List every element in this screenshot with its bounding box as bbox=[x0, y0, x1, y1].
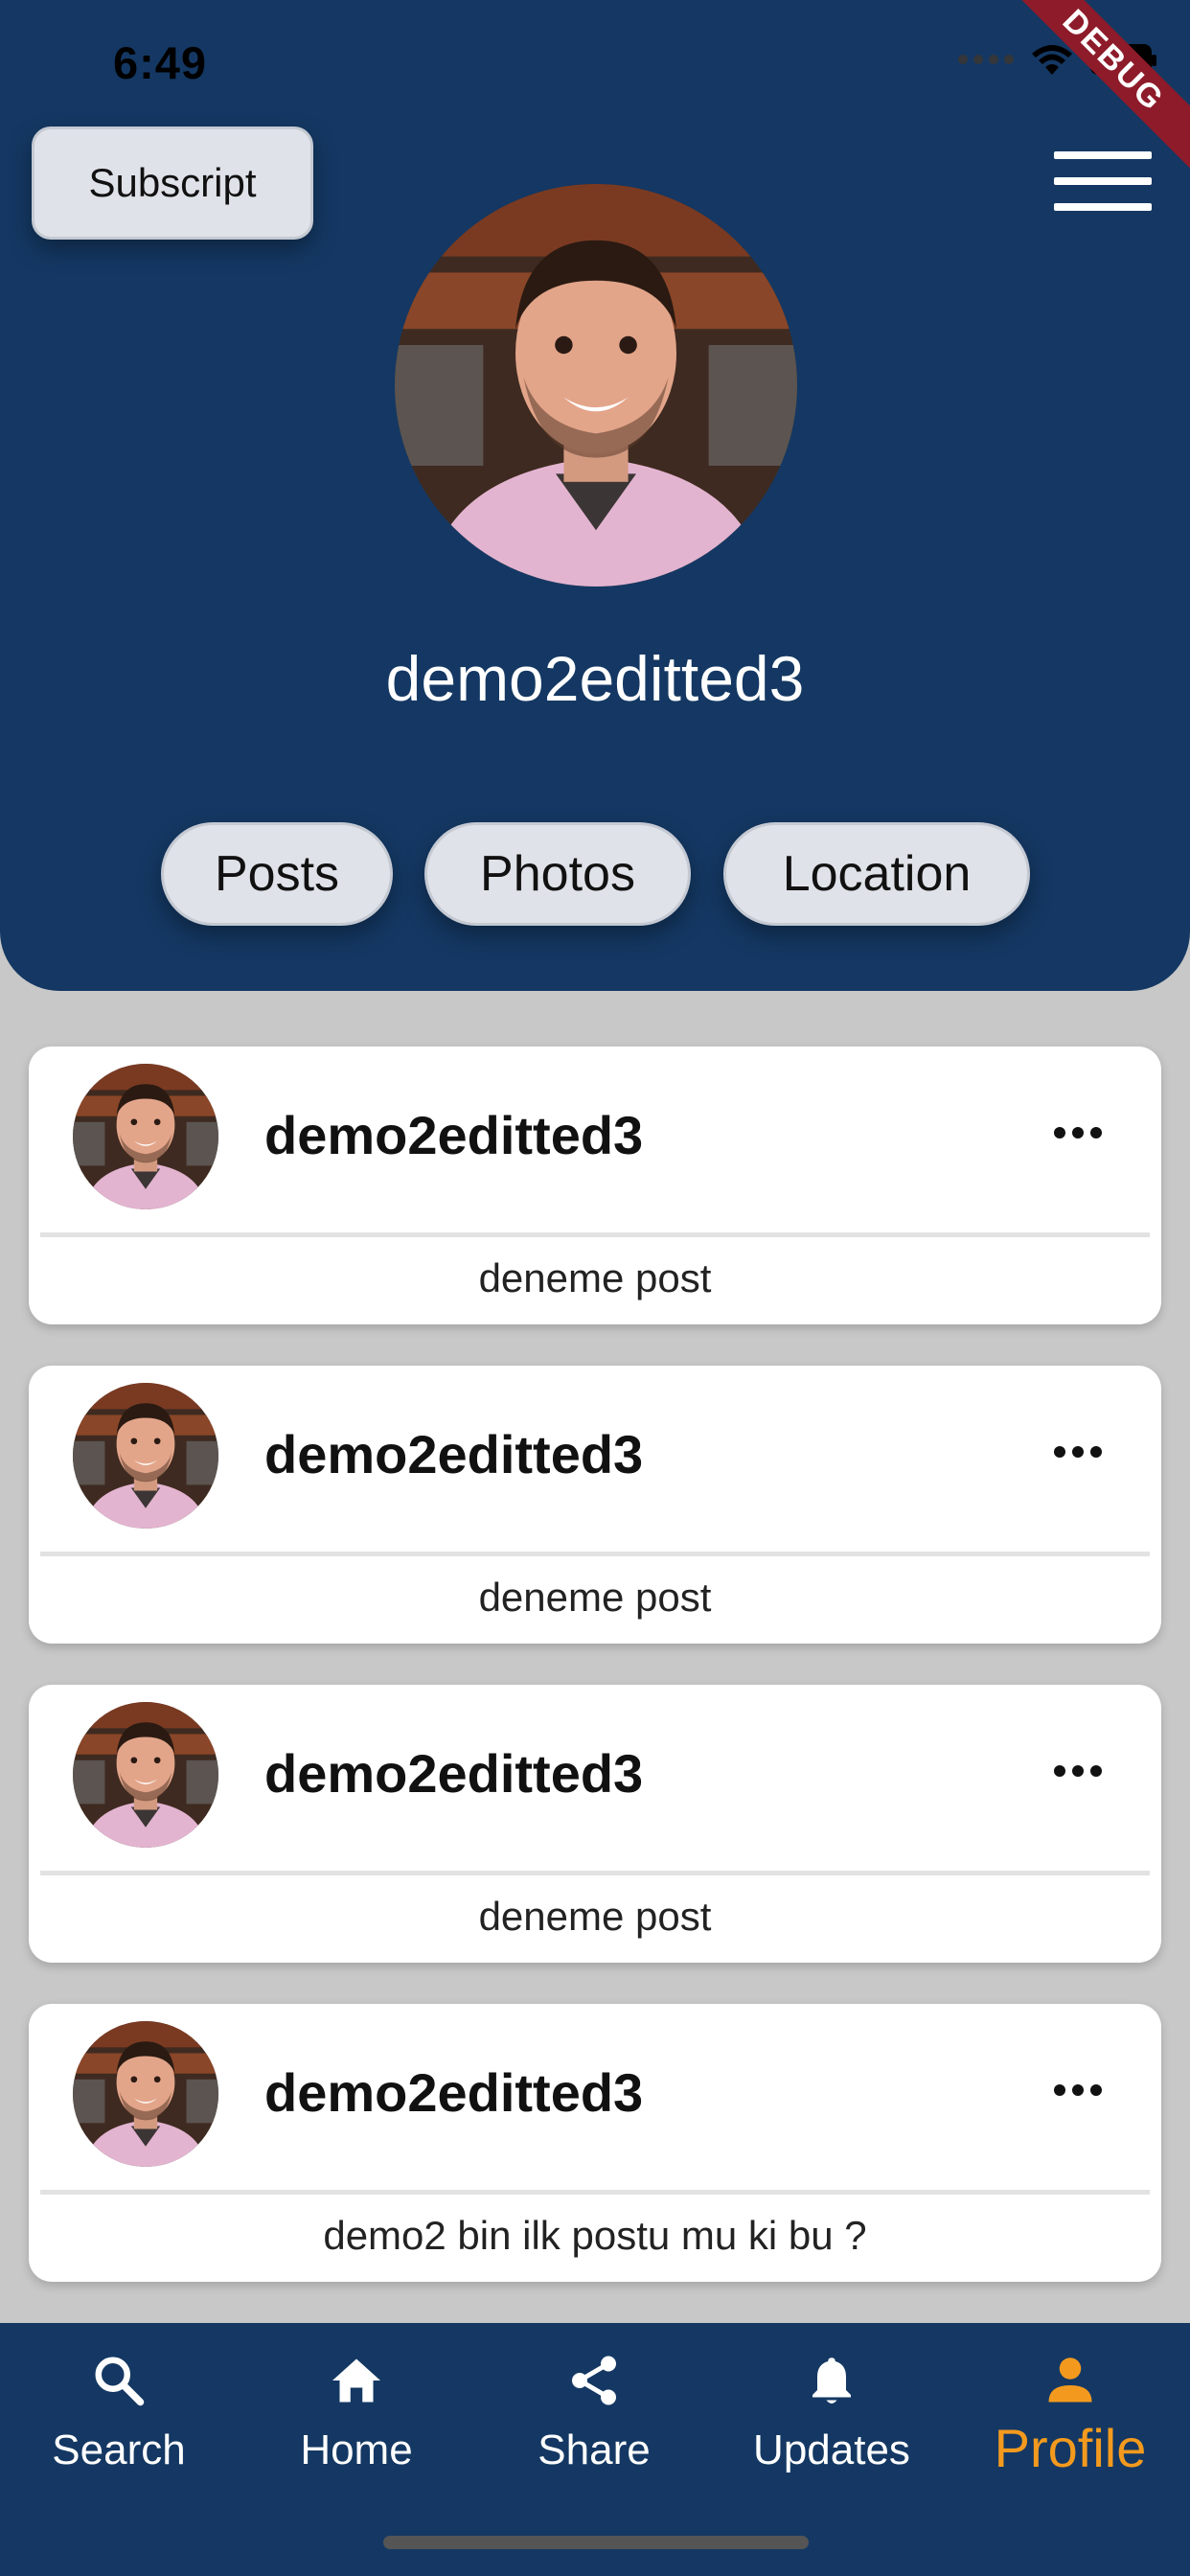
post-text: deneme post bbox=[478, 1575, 712, 1620]
home-icon bbox=[332, 2358, 380, 2403]
divider bbox=[40, 2190, 1150, 2195]
post-text: deneme post bbox=[478, 1894, 712, 1939]
more-options-icon[interactable] bbox=[1054, 1446, 1102, 1458]
profile-username: demo2editted3 bbox=[385, 643, 805, 714]
more-options-icon[interactable] bbox=[1054, 1127, 1102, 1138]
post-author-name[interactable]: demo2editted3 bbox=[264, 2061, 643, 2124]
search-icon bbox=[95, 2357, 145, 2406]
home-indicator bbox=[383, 2536, 809, 2549]
profile-header: 6:49 DEBUG Subscript demo2editted3 Posts… bbox=[0, 0, 1190, 991]
nav-item-updates[interactable]: Updates bbox=[713, 2323, 950, 2534]
status-time: 6:49 bbox=[113, 37, 208, 88]
nav-label: Search bbox=[52, 2426, 186, 2473]
post-text: demo2 bin ilk postu mu ki bu ? bbox=[323, 2213, 867, 2258]
tab-location[interactable]: Location bbox=[723, 822, 1030, 926]
nav-label: Updates bbox=[753, 2426, 910, 2473]
post-author-name[interactable]: demo2editted3 bbox=[264, 1104, 643, 1166]
more-options-icon[interactable] bbox=[1054, 2084, 1102, 2096]
nav-item-share[interactable]: Share bbox=[475, 2323, 713, 2534]
post-text: deneme post bbox=[478, 1255, 712, 1300]
share-icon bbox=[572, 2356, 616, 2405]
divider bbox=[40, 1871, 1150, 1875]
post-card[interactable]: demo2editted3 deneme post bbox=[29, 1685, 1161, 1963]
post-card[interactable]: demo2editted3 deneme post bbox=[29, 1366, 1161, 1644]
hamburger-menu-icon[interactable] bbox=[1054, 151, 1152, 211]
post-author-avatar[interactable] bbox=[73, 1383, 218, 1529]
nav-item-search[interactable]: Search bbox=[0, 2323, 238, 2534]
signal-icon bbox=[958, 55, 1014, 64]
post-author-name[interactable]: demo2editted3 bbox=[264, 1742, 643, 1805]
post-author-avatar[interactable] bbox=[73, 1702, 218, 1848]
tab-posts[interactable]: Posts bbox=[161, 822, 393, 926]
wifi-icon bbox=[1032, 45, 1072, 75]
nav-label: Home bbox=[300, 2426, 413, 2473]
nav-item-home[interactable]: Home bbox=[238, 2323, 475, 2534]
profile-avatar[interactable] bbox=[395, 184, 797, 586]
tab-photos[interactable]: Photos bbox=[424, 822, 691, 926]
nav-label: Profile bbox=[994, 2418, 1147, 2478]
more-options-icon[interactable] bbox=[1054, 1765, 1102, 1777]
post-author-avatar[interactable] bbox=[73, 1064, 218, 1209]
post-author-avatar[interactable] bbox=[73, 2021, 218, 2167]
divider bbox=[40, 1232, 1150, 1237]
person-icon bbox=[1048, 2358, 1092, 2403]
divider bbox=[40, 1552, 1150, 1556]
post-author-name[interactable]: demo2editted3 bbox=[264, 1423, 643, 1485]
post-card[interactable]: demo2editted3 deneme post bbox=[29, 1046, 1161, 1324]
nav-item-profile[interactable]: Profile bbox=[950, 2323, 1190, 2534]
nav-label: Share bbox=[538, 2426, 651, 2473]
subscript-button[interactable]: Subscript bbox=[32, 126, 313, 240]
post-card[interactable]: demo2editted3 demo2 bin ilk postu mu ki … bbox=[29, 2004, 1161, 2282]
bell-icon bbox=[812, 2358, 851, 2404]
